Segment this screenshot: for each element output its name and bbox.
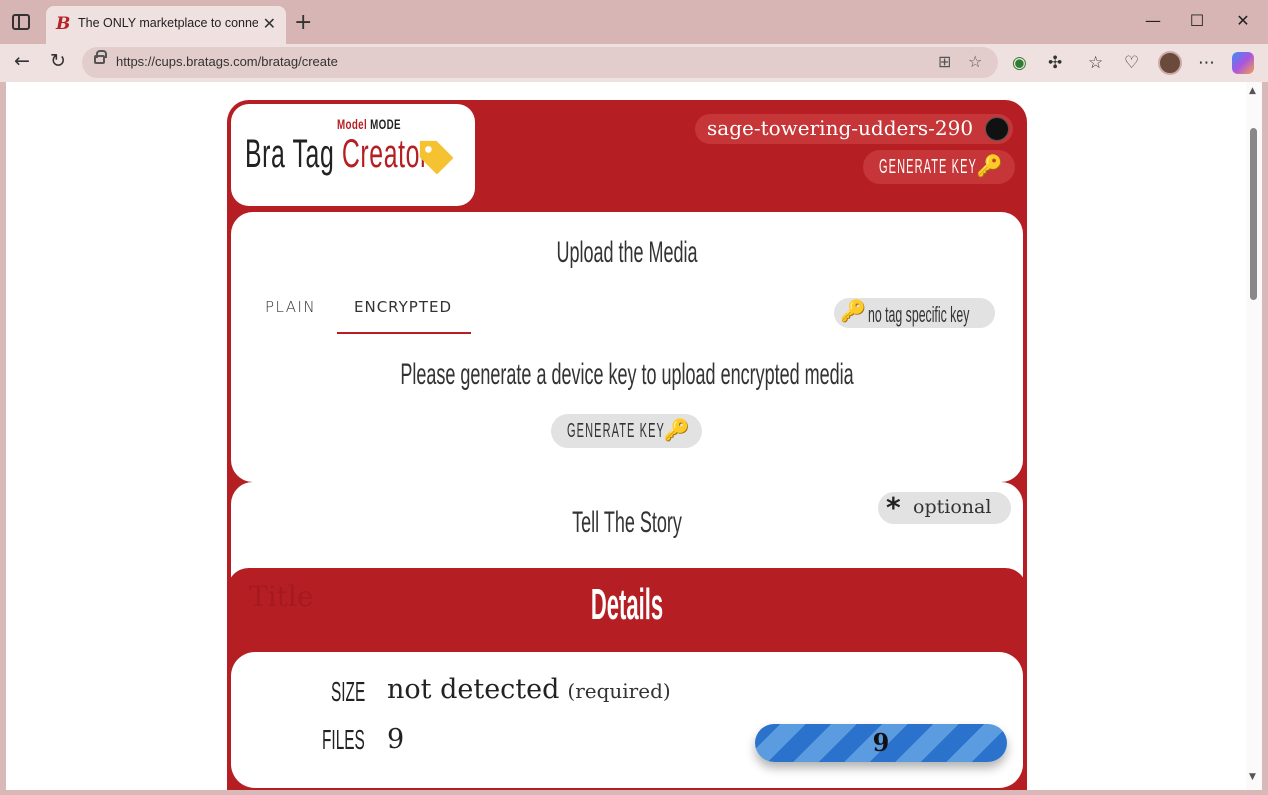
- generate-key-label: GENERATE KEY: [879, 156, 977, 178]
- generate-device-key-button[interactable]: GENERATE KEY 🔑: [551, 414, 702, 448]
- user-avatar-icon[interactable]: [985, 117, 1010, 141]
- progress-count: 9: [872, 728, 890, 757]
- optional-badge: * optional: [878, 491, 1011, 524]
- scroll-thumb[interactable]: [1250, 128, 1257, 300]
- favorite-star-icon[interactable]: ☆: [968, 52, 982, 71]
- key-icon: 🔑: [840, 299, 867, 323]
- scroll-up-icon[interactable]: ▲: [1249, 86, 1256, 96]
- upload-title: Upload the Media: [556, 236, 698, 269]
- story-title: Tell The Story: [572, 506, 682, 539]
- maximize-icon[interactable]: ☐: [1182, 11, 1212, 30]
- files-progress-bar: 9: [755, 724, 1007, 762]
- details-title: Details: [590, 580, 664, 629]
- username-text: sage-towering-udders-290: [707, 116, 974, 140]
- extension-shield-icon[interactable]: ◉: [1012, 53, 1027, 73]
- asterisk-icon: *: [886, 491, 901, 524]
- address-bar[interactable]: https://cups.bratags.com/bratag/create ⊞…: [82, 47, 998, 78]
- browser-essentials-icon[interactable]: ♡: [1124, 53, 1139, 73]
- size-label: SIZE: [330, 676, 365, 707]
- url-text[interactable]: https://cups.bratags.com/bratag/create: [116, 54, 338, 69]
- optional-label: optional: [913, 496, 992, 518]
- key-icon: 🔑: [663, 418, 690, 442]
- scroll-down-icon[interactable]: ▼: [1249, 772, 1256, 782]
- more-menu-icon[interactable]: ⋯: [1198, 53, 1215, 73]
- size-value: not detected (required): [387, 674, 671, 705]
- upload-media-card: Upload the Media PLAIN ENCRYPTED 🔑 no ta…: [231, 212, 1023, 482]
- key-icon: 🔑: [976, 154, 1003, 178]
- logo-mode-text: MODE: [370, 116, 401, 132]
- tab-actions-icon[interactable]: [12, 14, 30, 30]
- close-tab-icon[interactable]: ✕: [263, 14, 276, 33]
- generate-key-label: GENERATE KEY: [567, 420, 665, 442]
- no-tag-key-label: no tag specific key: [868, 302, 970, 327]
- vertical-scrollbar[interactable]: ▲ ▼: [1246, 82, 1262, 790]
- new-tab-icon[interactable]: +: [294, 10, 312, 35]
- logo-bra-tag-text: Bra Tag: [245, 132, 335, 176]
- app-available-icon[interactable]: ⊞: [938, 52, 951, 71]
- tag-icon: [419, 140, 454, 175]
- copilot-icon[interactable]: [1232, 52, 1254, 74]
- files-label: FILES: [322, 724, 365, 755]
- tab-encrypted[interactable]: ENCRYPTED: [337, 288, 471, 334]
- generate-key-button[interactable]: GENERATE KEY 🔑: [863, 150, 1015, 184]
- minimize-icon[interactable]: —: [1138, 11, 1168, 30]
- favorites-icon[interactable]: ☆: [1088, 53, 1103, 73]
- back-arrow-icon[interactable]: ←: [8, 50, 36, 72]
- close-window-icon[interactable]: ✕: [1228, 11, 1258, 30]
- lock-icon[interactable]: [94, 50, 107, 64]
- browser-toolbar: ← ↻ https://cups.bratags.com/bratag/crea…: [0, 44, 1268, 82]
- files-value: 9: [387, 724, 405, 755]
- reload-icon[interactable]: ↻: [44, 50, 72, 72]
- logo-creator-text: Creator: [341, 132, 429, 176]
- logo-title: Bra Tag Creator: [245, 132, 429, 177]
- bra-tag-creator-app: Model MODE Bra Tag Creator sage-towering…: [227, 100, 1027, 790]
- details-panel: Title Details SIZE not detected (required…: [227, 568, 1027, 790]
- logo-model-text: Model: [337, 116, 368, 132]
- username-badge[interactable]: sage-towering-udders-290: [695, 114, 1014, 144]
- size-required-note: (required): [567, 679, 671, 703]
- favicon-icon: B: [56, 14, 71, 34]
- tab-encrypted-label: ENCRYPTED: [354, 298, 453, 316]
- profile-avatar[interactable]: [1158, 51, 1182, 75]
- extensions-puzzle-icon[interactable]: ✣: [1048, 53, 1062, 73]
- tab-title: The ONLY marketplace to connect: [78, 16, 258, 30]
- generate-key-message: Please generate a device key to upload e…: [400, 358, 854, 391]
- browser-titlebar: B The ONLY marketplace to connect ✕ + — …: [0, 0, 1268, 44]
- tab-plain[interactable]: PLAIN: [265, 298, 316, 316]
- story-title-field-placeholder[interactable]: Title: [249, 580, 313, 613]
- logo-model-mode: Model MODE: [337, 116, 401, 132]
- no-tag-specific-key-badge[interactable]: 🔑 no tag specific key: [834, 298, 995, 328]
- page-viewport: Model MODE Bra Tag Creator sage-towering…: [6, 82, 1262, 790]
- logo[interactable]: Model MODE Bra Tag Creator: [231, 104, 475, 206]
- browser-tab[interactable]: B The ONLY marketplace to connect ✕: [46, 6, 286, 44]
- size-value-text: not detected: [387, 674, 560, 705]
- details-card: SIZE not detected (required) FILES 9 9: [231, 652, 1023, 788]
